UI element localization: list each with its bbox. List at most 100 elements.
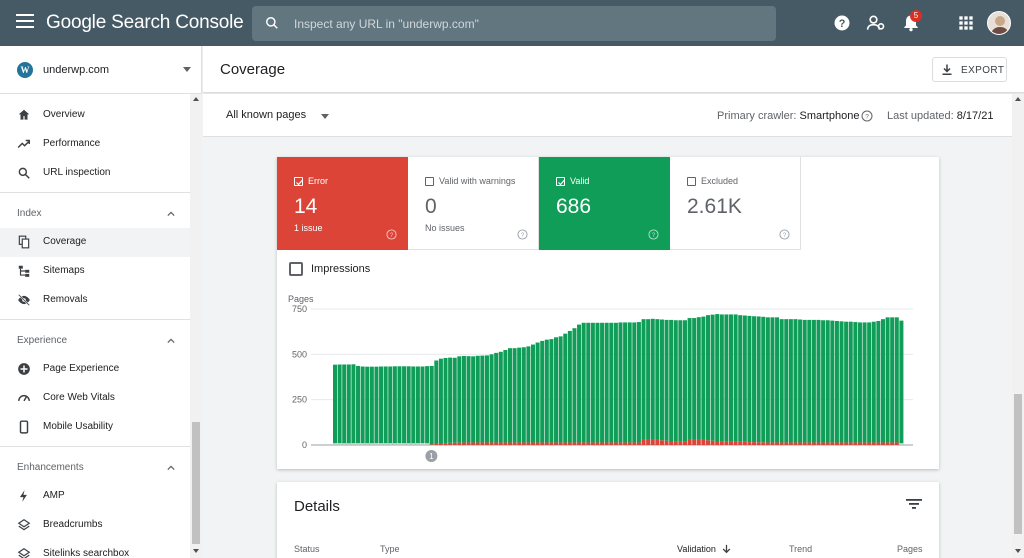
bar-error (811, 442, 816, 445)
bar-error (590, 442, 595, 445)
scroll-down-arrow[interactable] (193, 549, 199, 553)
checkbox-checked-icon[interactable] (556, 177, 565, 186)
section-enhancements[interactable]: Enhancements (0, 453, 190, 482)
bar-error (857, 442, 862, 445)
menu-icon[interactable] (16, 14, 34, 32)
scrollbar-thumb[interactable] (1014, 394, 1022, 534)
bar-error (807, 442, 812, 445)
sidebar-item-mobile-usability[interactable]: Mobile Usability (0, 413, 190, 442)
sidebar-item-url-inspection[interactable]: URL inspection (0, 159, 190, 188)
bar-empty (356, 443, 361, 445)
chevron-down-icon[interactable] (321, 114, 329, 119)
help-outline-icon[interactable]: ? (517, 229, 528, 240)
scroll-up-arrow[interactable] (1015, 97, 1021, 101)
bar-valid (899, 320, 904, 445)
bar-error (609, 442, 614, 445)
status-tile-excluded[interactable]: Excluded 2.61K ? (670, 157, 801, 250)
bar-valid (821, 320, 826, 443)
bar-error (830, 442, 835, 445)
sidebar-item-sitemaps[interactable]: Sitemaps (0, 257, 190, 286)
bar-error (586, 442, 591, 445)
filter-list-icon[interactable] (906, 497, 922, 511)
help-outline-icon[interactable]: ? (386, 229, 397, 240)
column-header-type[interactable]: Type (380, 544, 400, 554)
help-outline-icon[interactable]: ? (779, 229, 790, 240)
sidebar-item-core-web-vitals[interactable]: Core Web Vitals (0, 384, 190, 413)
status-tile-error[interactable]: Error 14 1 issue ? (277, 157, 408, 250)
bar-valid (517, 347, 522, 443)
sidebar-item-overview[interactable]: Overview (0, 101, 190, 130)
sidebar-scrollbar[interactable] (190, 94, 202, 558)
bar-error (613, 442, 618, 445)
column-header-trend[interactable]: Trend (789, 544, 812, 554)
bar-valid (779, 319, 784, 443)
bar-valid (839, 321, 844, 443)
bar-error (705, 440, 710, 445)
main-scrollbar[interactable] (1012, 94, 1024, 558)
sidebar-item-page-experience[interactable]: Page Experience (0, 355, 190, 384)
column-header-pages[interactable]: Pages (897, 544, 923, 554)
app-title[interactable]: Google Search Console (46, 12, 244, 34)
bar-error (770, 442, 775, 445)
bar-valid (402, 366, 407, 445)
checkbox-icon[interactable] (425, 177, 434, 186)
bar-empty (337, 443, 342, 445)
bar-valid (655, 319, 660, 440)
tile-label: Valid with warnings (439, 176, 516, 186)
sidebar-item-performance[interactable]: Performance (0, 130, 190, 159)
bar-empty (899, 443, 904, 445)
divider (0, 192, 190, 193)
bar-valid (650, 318, 655, 440)
checkbox-icon[interactable] (687, 177, 696, 186)
bar-valid (420, 366, 425, 445)
scroll-up-arrow[interactable] (193, 97, 199, 101)
bar-error (844, 442, 849, 445)
sidebar-item-sitelinks-searchbox[interactable]: Sitelinks searchbox (0, 540, 190, 558)
section-index[interactable]: Index (0, 199, 190, 228)
help-outline-icon[interactable]: ? (648, 229, 659, 240)
bar-valid (521, 347, 526, 443)
bar-error (775, 442, 780, 445)
chevron-up-icon (167, 465, 175, 471)
bar-error (696, 439, 701, 445)
pages-dropdown[interactable]: All known pages (226, 109, 306, 121)
bar-valid (590, 322, 595, 443)
status-tile-valid[interactable]: Valid 686 ? (539, 157, 670, 250)
bar-error (484, 442, 489, 445)
scroll-down-arrow[interactable] (1015, 549, 1021, 553)
status-tile-valid-with-warnings[interactable]: Valid with warnings 0 No issues ? (408, 157, 539, 250)
bar-error (821, 442, 826, 445)
bar-error (507, 442, 512, 445)
bar-valid (351, 364, 356, 445)
column-header-validation[interactable]: Validation (677, 544, 716, 554)
sidebar-item-amp[interactable]: AMP (0, 482, 190, 511)
apps-icon[interactable] (956, 13, 976, 33)
tile-sub: 1 issue (294, 223, 323, 233)
search-input[interactable] (294, 6, 764, 41)
property-selector[interactable]: W underwp.com (0, 46, 202, 94)
chevron-down-icon (183, 67, 191, 72)
y-tick-label: 500 (292, 349, 307, 359)
url-inspect-search[interactable] (252, 6, 776, 41)
help-icon[interactable]: ? (832, 13, 852, 33)
scrollbar-thumb[interactable] (192, 422, 200, 544)
bar-valid (775, 317, 780, 443)
avatar[interactable] (987, 11, 1011, 35)
bar-valid (452, 357, 457, 443)
bar-valid (710, 314, 715, 441)
export-button[interactable]: EXPORT (932, 57, 1007, 82)
help-outline-icon[interactable]: ? (861, 110, 873, 122)
manage-users-icon[interactable] (866, 13, 886, 33)
bar-valid (853, 322, 858, 443)
bar-valid (374, 366, 379, 445)
sidebar-item-coverage[interactable]: Coverage (0, 228, 190, 257)
bar-error (646, 439, 651, 445)
section-experience[interactable]: Experience (0, 326, 190, 355)
checkbox-icon[interactable] (289, 262, 303, 276)
checkbox-checked-icon[interactable] (294, 177, 303, 186)
bar-valid (365, 366, 370, 445)
sidebar-item-removals[interactable]: Removals (0, 286, 190, 315)
sidebar-item-breadcrumbs[interactable]: Breadcrumbs (0, 511, 190, 540)
bar-error (632, 442, 637, 445)
column-header-status[interactable]: Status (294, 544, 320, 554)
